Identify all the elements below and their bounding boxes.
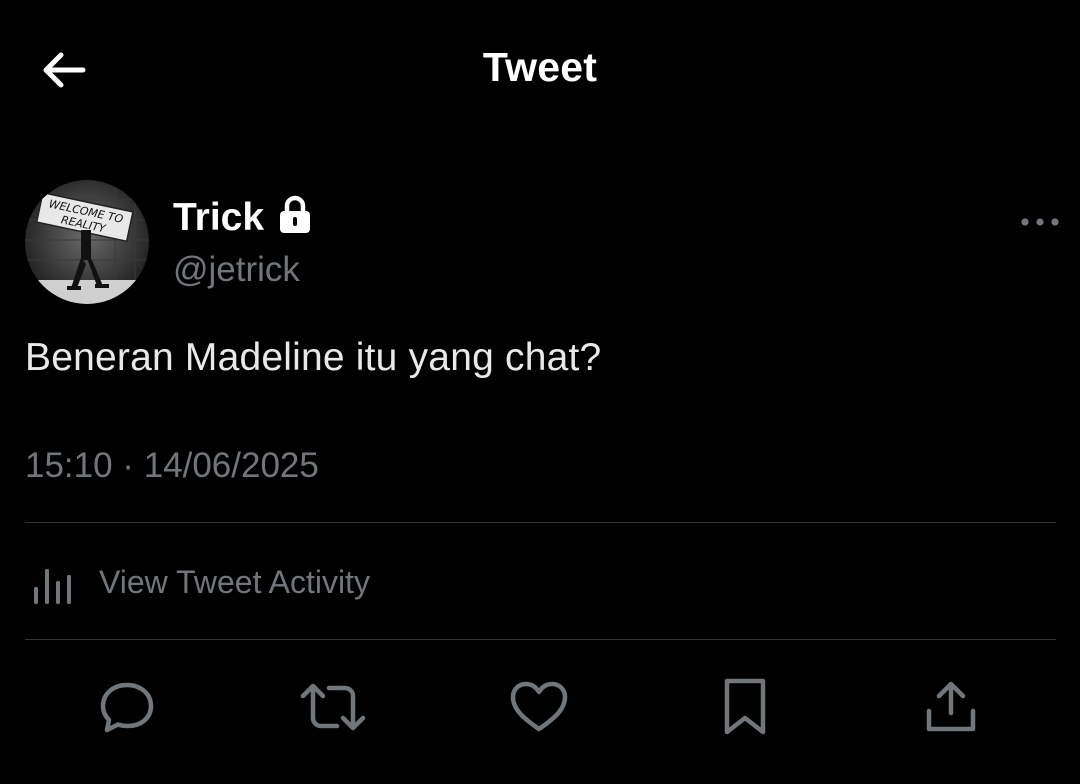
reply-button[interactable]: [92, 672, 162, 742]
retweet-icon: [300, 683, 366, 731]
view-tweet-activity-label: View Tweet Activity: [99, 563, 370, 600]
more-horizontal-icon: [1021, 218, 1059, 226]
like-button[interactable]: [504, 672, 574, 742]
tweet-text: Beneran Madeline itu yang chat?: [25, 336, 602, 379]
heart-icon: [510, 681, 568, 732]
top-bar: Tweet: [0, 0, 1080, 140]
display-name[interactable]: Trick: [173, 196, 264, 240]
page-title: Tweet: [482, 44, 598, 90]
bar-chart-icon: [34, 569, 71, 604]
view-tweet-activity-button[interactable]: View Tweet Activity: [25, 552, 370, 612]
divider: [25, 639, 1056, 640]
tweet-timestamp[interactable]: 15:10 · 14/06/2025: [25, 446, 319, 486]
reply-icon: [100, 682, 154, 733]
divider: [25, 522, 1056, 523]
share-icon: [926, 681, 976, 732]
retweet-button[interactable]: [298, 672, 368, 742]
avatar-image: WELCOME TO REALITY: [25, 180, 149, 304]
bookmark-button[interactable]: [710, 672, 780, 742]
bookmark-icon: [724, 678, 766, 735]
lock-icon: [278, 195, 312, 240]
user-handle[interactable]: @jetrick: [173, 250, 300, 290]
avatar[interactable]: WELCOME TO REALITY: [25, 180, 149, 304]
more-options-button[interactable]: [1015, 202, 1065, 242]
tweet-action-bar: [0, 664, 1080, 754]
tweet-detail-page: Tweet WELCOME TO REALITY Trick @jetrick …: [0, 0, 1080, 784]
tweet-author: WELCOME TO REALITY Trick @jetrick: [25, 180, 1065, 306]
display-name-row: Trick: [173, 195, 312, 240]
share-button[interactable]: [916, 672, 986, 742]
